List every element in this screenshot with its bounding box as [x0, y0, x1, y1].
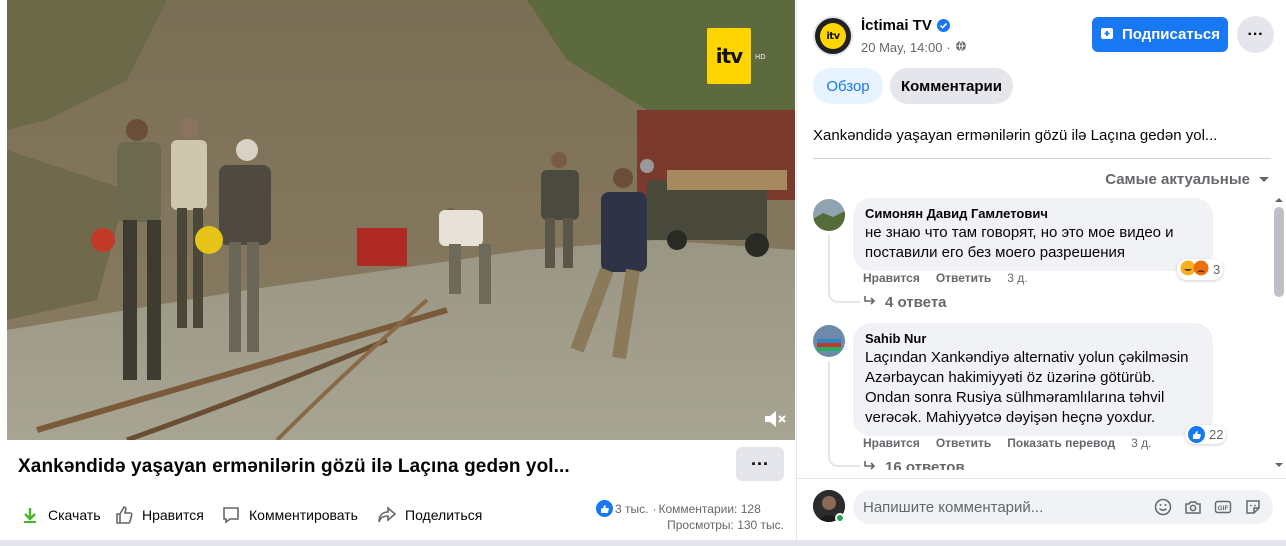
app-root: itv HD Xankəndidə yaşayan ermənilərin gö…	[0, 0, 1286, 546]
reply-arrow-icon	[863, 294, 877, 311]
comment-avatar[interactable]	[813, 325, 845, 357]
comment-bubble: Sahib Nur Laçından Xankəndiyə alternativ…	[853, 323, 1213, 436]
view-replies-button[interactable]: 16 ответов	[863, 459, 965, 470]
camera-icon[interactable]	[1183, 497, 1203, 517]
post-meta: 20 May, 14:00 ·	[861, 40, 967, 55]
comment-actions: Нравится Ответить Показать перевод 3 д.	[863, 436, 1151, 450]
share-icon	[377, 505, 397, 525]
comment-input[interactable]: Напишите комментарий... GIF	[853, 490, 1273, 524]
emoji-icon[interactable]	[1153, 497, 1173, 517]
comments-list: Симонян Давид Гамлетович не знаю что там…	[797, 195, 1286, 470]
share-label: Поделиться	[405, 507, 483, 523]
replies-count: 4 ответа	[885, 294, 947, 311]
channel-logo-hd: HD	[755, 53, 766, 61]
comment-button[interactable]: Комментировать	[221, 502, 358, 528]
angry-reaction-icon	[1193, 260, 1209, 279]
comment-input-placeholder: Напишите комментарий...	[863, 498, 1044, 516]
video-title: Xankəndidə yaşayan ermənilərin gözü ilə …	[18, 456, 570, 477]
download-icon	[20, 505, 40, 525]
caret-down-icon	[1258, 171, 1270, 188]
translate-button[interactable]: Показать перевод	[1007, 436, 1115, 450]
speaker-muted-icon	[765, 411, 786, 427]
comment-reactions[interactable]: 22	[1185, 425, 1227, 444]
comment-label: Комментировать	[249, 507, 358, 523]
comment-text: не знаю что там говорят, но это мое виде…	[865, 224, 1174, 261]
sticker-icon[interactable]	[1243, 497, 1263, 517]
subscribe-label: Подписаться	[1121, 26, 1221, 43]
comments-scrollbar[interactable]	[1272, 195, 1286, 470]
comment-avatar[interactable]	[813, 199, 845, 231]
subscribe-button[interactable]: Подписаться	[1092, 17, 1228, 52]
post-text: Xankəndidə yaşayan ermənilərin gözü ilə …	[813, 127, 1218, 144]
channel-logo: itv	[707, 28, 751, 84]
comment-author[interactable]: Симонян Давид Гамлетович	[865, 206, 1201, 221]
comment-author[interactable]: Sahib Nur	[865, 331, 1201, 346]
reactions-count[interactable]: 3 тыс.	[615, 502, 648, 516]
stats-separator: ·	[652, 501, 657, 516]
sort-dropdown[interactable]: Самые актуальные	[1105, 171, 1270, 188]
comment-icon	[221, 505, 241, 525]
comment-time[interactable]: 3 д.	[1131, 436, 1151, 450]
download-button[interactable]: Скачать	[20, 502, 101, 528]
share-button[interactable]: Поделиться	[377, 502, 482, 528]
video-more-button[interactable]: ···	[736, 447, 784, 481]
page-name-label: İctimai TV	[861, 17, 932, 34]
view-replies-button[interactable]: 4 ответа	[863, 294, 947, 311]
video-title-row: Xankəndidə yaşayan ermənilərin gözü ilə …	[0, 440, 796, 490]
post-divider	[813, 158, 1271, 159]
svg-text:GIF: GIF	[1218, 505, 1229, 512]
comment-reply-button[interactable]: Ответить	[936, 436, 991, 450]
comments-count[interactable]: Комментарии: 128	[658, 502, 760, 516]
reaction-count: 3	[1213, 262, 1221, 277]
comment-reply-button[interactable]: Ответить	[936, 271, 991, 285]
comment-reactions[interactable]: 3	[1177, 259, 1224, 280]
verified-badge-icon	[936, 19, 950, 32]
video-player[interactable]: itv HD	[7, 0, 795, 440]
comment-text: Laçından Xankəndiyə alternativ yolun çək…	[865, 349, 1189, 426]
online-status-dot	[835, 513, 845, 523]
comment-actions: Нравится Ответить 3 д.	[863, 271, 1028, 285]
post-date-separator: ·	[946, 40, 951, 55]
comment-time[interactable]: 3 д.	[1007, 271, 1027, 285]
comment-like-button[interactable]: Нравится	[863, 271, 920, 285]
gif-icon[interactable]: GIF	[1213, 497, 1233, 517]
reply-arrow-icon	[863, 459, 877, 470]
post-date[interactable]: 20 May, 14:00	[861, 40, 942, 55]
sort-label: Самые актуальные	[1105, 171, 1250, 188]
thumbs-up-icon	[114, 505, 134, 525]
composer-icons: GIF	[1153, 497, 1263, 517]
page-avatar-logo: itv	[820, 23, 846, 49]
like-reaction-icon	[1188, 426, 1205, 443]
video-column: itv HD Xankəndidə yaşayan ermənilərin gö…	[0, 0, 796, 546]
views-count: Просмотры: 130 тыс.	[667, 518, 784, 532]
video-stats: 3 тыс. · Комментарии: 128 Просмотры: 130…	[596, 498, 786, 538]
page-name[interactable]: İctimai TV	[861, 17, 950, 34]
like-label: Нравится	[142, 507, 204, 523]
like-button[interactable]: Нравится	[114, 502, 204, 528]
comment-bubble: Симонян Давид Гамлетович не знаю что там…	[853, 198, 1213, 271]
replies-count: 16 ответов	[885, 459, 965, 470]
download-label: Скачать	[48, 507, 101, 523]
bottom-strip	[0, 540, 1286, 546]
globe-icon	[955, 40, 967, 55]
comment-like-button[interactable]: Нравится	[863, 436, 920, 450]
tab-comments[interactable]: Комментарии	[890, 68, 1013, 104]
reaction-count: 22	[1209, 427, 1224, 442]
subscribe-icon	[1100, 26, 1114, 44]
tab-overview[interactable]: Обзор	[813, 68, 883, 104]
post-column: itv İctimai TV 20 May, 14:00 · Подписать…	[796, 0, 1286, 540]
like-reaction-icon	[596, 500, 613, 517]
composer-divider	[797, 478, 1286, 479]
video-frame	[7, 0, 795, 440]
mute-button[interactable]	[762, 407, 788, 431]
page-avatar[interactable]: itv	[813, 16, 853, 56]
scrollbar-thumb[interactable]	[1274, 207, 1284, 297]
post-more-button[interactable]: ···	[1237, 16, 1274, 53]
